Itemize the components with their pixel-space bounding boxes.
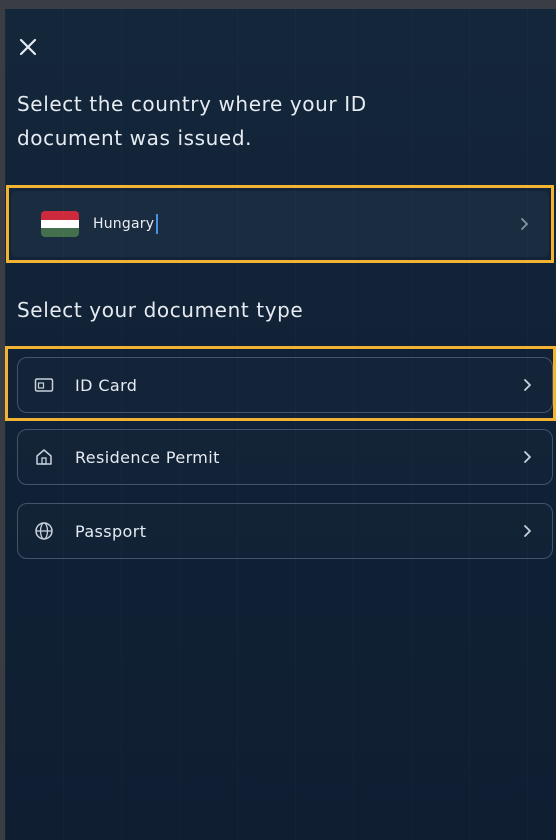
selected-country-label: Hungary — [93, 216, 155, 232]
document-type-heading: Select your document type — [17, 298, 304, 322]
close-icon — [19, 38, 37, 56]
close-button[interactable] — [14, 33, 42, 61]
chevron-right-icon — [521, 218, 528, 230]
country-highlight-frame: Hungary — [6, 185, 554, 263]
app-screen: Select the country where your ID documen… — [5, 9, 556, 840]
country-selector[interactable]: Hungary — [11, 191, 549, 257]
hungary-flag-icon — [41, 211, 79, 237]
home-icon — [33, 446, 55, 468]
document-option-label: Residence Permit — [75, 447, 220, 467]
device-frame: Select the country where your ID documen… — [0, 0, 556, 840]
document-option-label: Passport — [75, 521, 147, 541]
id-card-highlight-frame — [5, 346, 556, 421]
document-option-residence-permit[interactable]: Residence Permit — [17, 429, 553, 485]
text-cursor — [156, 214, 159, 234]
document-option-passport[interactable]: Passport — [17, 503, 553, 559]
chevron-right-icon — [524, 451, 531, 463]
country-heading: Select the country where your ID documen… — [17, 92, 367, 150]
chevron-right-icon — [524, 525, 531, 537]
globe-icon — [33, 520, 55, 542]
